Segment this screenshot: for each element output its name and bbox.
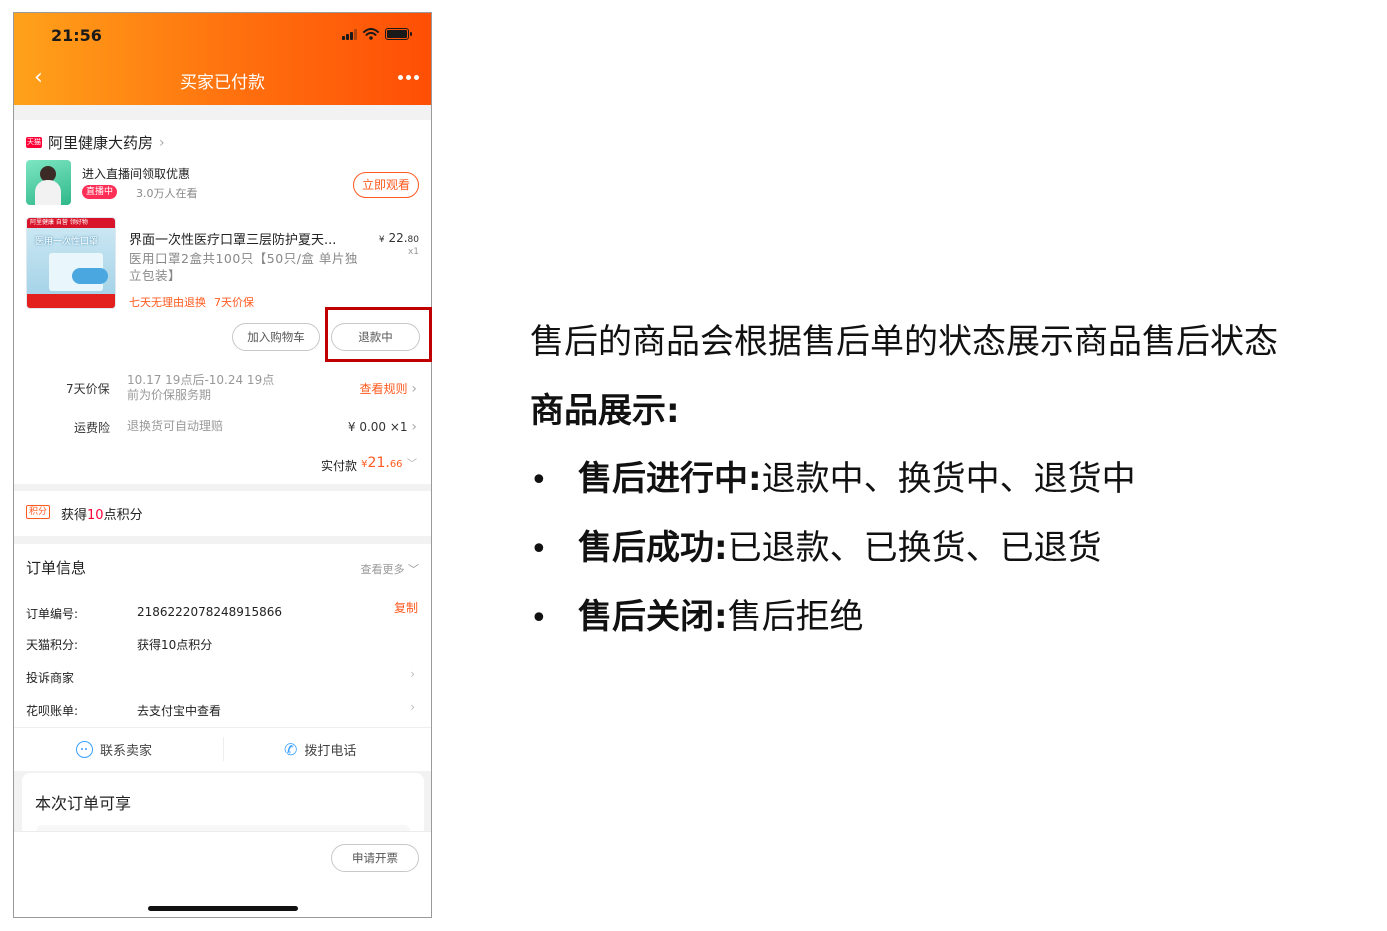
product-image-label: 医用一次性口罩 bbox=[35, 237, 99, 247]
wifi-icon bbox=[363, 28, 379, 40]
page-title: 买家已付款 bbox=[180, 73, 265, 93]
benefits-title: 本次订单可享 bbox=[35, 794, 132, 813]
points-text: 获得10点积分 bbox=[61, 508, 143, 523]
live-thumbnail[interactable] bbox=[26, 160, 71, 205]
product-spec: 医用口罩2盒共100只【50只/盒 单片独立包装】 bbox=[129, 251, 358, 283]
product-quantity: x1 bbox=[407, 247, 419, 257]
shop-card: 天猫 阿里健康大药房 › 进入直播间领取优惠 直播中 3.0万人在看 立即观看 … bbox=[14, 120, 431, 484]
tmall-points-label: 天猫积分: bbox=[26, 638, 79, 652]
chevron-down-icon: ﹀ bbox=[408, 563, 419, 576]
live-title[interactable]: 进入直播间领取优惠 bbox=[82, 165, 190, 182]
watch-live-button[interactable]: 立即观看 bbox=[353, 172, 419, 198]
header-bar: 21:56 ‹ 买家已付款 bbox=[14, 13, 431, 105]
payment-label: 实付款 bbox=[320, 459, 357, 473]
add-to-cart-button[interactable]: 加入购物车 bbox=[232, 323, 320, 351]
divider bbox=[14, 727, 431, 728]
bottom-action-bar: 申请开票 bbox=[14, 831, 431, 917]
battery-icon bbox=[385, 28, 412, 40]
product-image[interactable]: 阿里健康 自营 领好物 医用一次性口罩 bbox=[26, 217, 116, 309]
points-badge: 积分 bbox=[26, 505, 50, 519]
chevron-right-icon: › bbox=[411, 419, 417, 435]
divider bbox=[223, 737, 224, 761]
tmall-points-value: 获得10点积分 bbox=[137, 638, 213, 652]
shipping-insurance-desc: 退换货可自动理赔 bbox=[127, 419, 224, 433]
tag-seven-day-return: 七天无理由退换 bbox=[129, 296, 206, 309]
status-time: 21:56 bbox=[51, 26, 102, 45]
chevron-right-icon: › bbox=[411, 381, 417, 397]
price-protect-label: 7天价保 bbox=[66, 382, 110, 396]
annotation-bullet: • 售后成功:已退款、已换货、已退货 bbox=[530, 528, 1102, 568]
product-price: ¥ 22.80 bbox=[378, 231, 419, 245]
chevron-down-icon: ﹀ bbox=[407, 459, 417, 470]
order-info-title: 订单信息 bbox=[26, 559, 87, 577]
home-indicator bbox=[148, 906, 298, 911]
shipping-insurance-label: 运费险 bbox=[74, 421, 111, 435]
huabei-bill-label: 花呗账单: bbox=[26, 704, 79, 718]
annotation-bullet: • 售后进行中:退款中、换货中、退货中 bbox=[530, 459, 1136, 499]
contact-seller-button[interactable]: 联系卖家 bbox=[76, 740, 152, 759]
tag-price-protect: 7天价保 bbox=[214, 296, 254, 309]
chevron-right-icon: › bbox=[159, 134, 165, 151]
product-tags: 七天无理由退换 7天价保 bbox=[129, 294, 254, 310]
order-info-card: 订单信息 查看更多 ﹀ 订单编号: 2186222078248915866 复制… bbox=[14, 544, 431, 771]
status-icons bbox=[342, 28, 412, 40]
price-protect-period: 10.17 19点后-10.24 19点 bbox=[127, 373, 275, 387]
annotation-intro: 售后的商品会根据售后单的状态展示商品售后状态 bbox=[530, 322, 1278, 362]
shop-header[interactable]: 天猫 阿里健康大药房 › bbox=[26, 132, 165, 153]
annotation-heading: 商品展示: bbox=[530, 391, 680, 431]
huabei-bill-value[interactable]: 去支付宝中查看 bbox=[137, 702, 221, 719]
order-number-value: 2186222078248915866 bbox=[137, 605, 283, 619]
payment-amount[interactable]: ¥21.66 ﹀ bbox=[361, 455, 417, 471]
product-title[interactable]: 界面一次性医疗口罩三层防护夏天... bbox=[129, 229, 369, 248]
shop-name: 阿里健康大药房 bbox=[48, 134, 154, 152]
signal-icon bbox=[342, 28, 357, 40]
view-rules-link[interactable]: 查看规则 › bbox=[360, 380, 417, 397]
chevron-right-icon: › bbox=[410, 667, 415, 681]
points-card: 积分 获得10点积分 bbox=[14, 491, 431, 536]
complain-seller-row[interactable]: 投诉商家 bbox=[26, 669, 74, 686]
phone-icon: ✆ bbox=[284, 740, 298, 759]
order-number-label: 订单编号: bbox=[26, 607, 79, 621]
live-badge: 直播中 bbox=[82, 185, 118, 199]
refund-status-highlight bbox=[325, 307, 432, 362]
more-icon[interactable] bbox=[398, 75, 419, 80]
request-invoice-button[interactable]: 申请开票 bbox=[331, 844, 419, 872]
phone-screen: 21:56 ‹ 买家已付款 天猫 阿里健康大药房 › 进入直播间领取优惠 直播中… bbox=[13, 12, 432, 918]
shipping-insurance-value[interactable]: ¥ 0.00 ×1 › bbox=[348, 419, 417, 435]
chevron-right-icon: › bbox=[410, 700, 415, 714]
tmall-logo-icon: 天猫 bbox=[26, 137, 42, 148]
price-protect-period-end: 前为价保服务期 bbox=[127, 388, 212, 402]
product-image-band: 阿里健康 自营 领好物 bbox=[27, 218, 115, 228]
annotation-bullet: • 售后关闭:售后拒绝 bbox=[530, 597, 864, 637]
copy-button[interactable]: 复制 bbox=[394, 599, 418, 616]
view-more-link[interactable]: 查看更多 ﹀ bbox=[361, 561, 420, 577]
chat-icon bbox=[76, 741, 93, 758]
live-viewers: 3.0万人在看 bbox=[136, 187, 198, 200]
benefits-card: 本次订单可享 bbox=[22, 773, 424, 837]
call-phone-button[interactable]: ✆ 拨打电话 bbox=[284, 740, 356, 759]
